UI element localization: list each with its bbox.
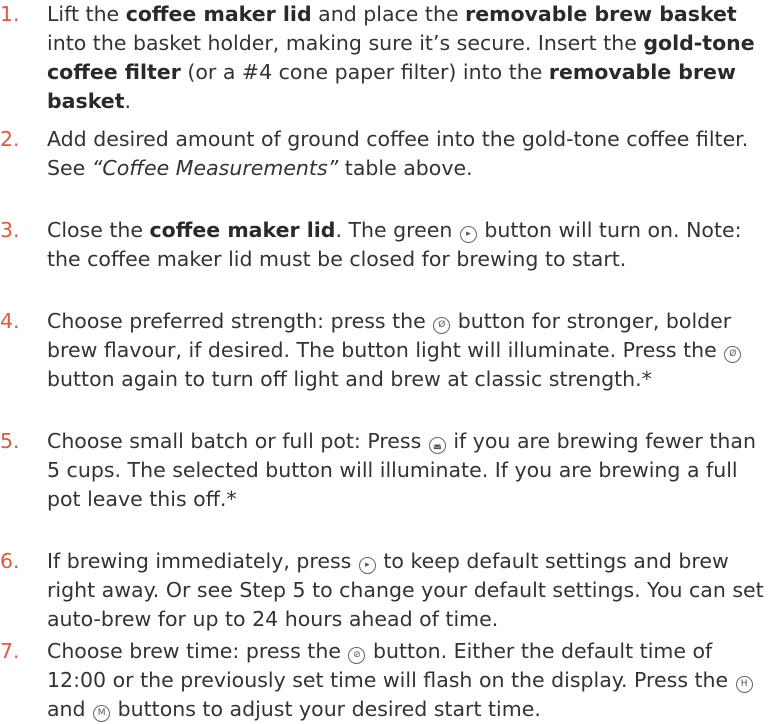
instruction-steps: 1. Lift the coffee maker lid and place th… — [0, 0, 769, 722]
step-text-run: buttons to adjust your desired start tim… — [111, 697, 541, 721]
step-number: 4. — [0, 309, 20, 333]
italic-reference: “Coffee Measurements” — [91, 156, 339, 180]
start-button-icon: ▸ — [459, 226, 477, 243]
step-text-run: table above. — [338, 156, 473, 180]
step-number: 2. — [0, 127, 20, 151]
step-number: 7. — [0, 639, 20, 663]
step-text-run: into the basket holder, making sure it’s… — [47, 31, 644, 55]
step-text-run: and place the — [311, 2, 466, 26]
hour-button-icon: H — [735, 676, 753, 693]
step-text-run: Choose brew time: press the — [47, 639, 348, 663]
step-number: 5. — [0, 429, 20, 453]
bold-term: coffee maker lid — [149, 218, 336, 242]
small-batch-icon: ◛ — [428, 437, 446, 454]
step-text: Choose small batch or full pot: Press ◛ … — [47, 427, 765, 514]
step-text: Add desired amount of ground coffee into… — [47, 125, 765, 183]
step-text: Choose brew time: press the ⊘ button. Ei… — [47, 637, 765, 724]
step-number: 6. — [0, 549, 20, 573]
step-text: Choose preferred strength: press the Ø b… — [47, 307, 765, 394]
bold-term: coffee maker lid — [125, 2, 312, 26]
minute-button-icon: M — [93, 705, 111, 722]
program-brew-icon: ⊘ — [348, 647, 366, 664]
bold-term: removable brew basket — [465, 2, 737, 26]
start-button-icon: ▸ — [358, 557, 376, 574]
step-text-run: . — [124, 89, 132, 113]
step-text-run: button again to turn off light and brew … — [47, 367, 652, 391]
step-text-run: . The green — [335, 218, 459, 242]
step-text-run: If brewing immediately, press — [47, 549, 358, 573]
step-text-run: Lift the — [47, 2, 126, 26]
step-text: Lift the coffee maker lid and place the … — [47, 0, 765, 116]
step-text-run: (or a #4 cone paper filter) into the — [180, 60, 549, 84]
step-text: Close the coffee maker lid. The green ▸ … — [47, 216, 765, 274]
bold-strength-icon: Ø — [433, 317, 451, 334]
step-text-run: Close the — [47, 218, 150, 242]
step-text-run: Choose small batch or full pot: Press — [47, 429, 428, 453]
step-number: 3. — [0, 218, 20, 242]
step-number: 1. — [0, 2, 20, 26]
step-text: If brewing immediately, press ▸ to keep … — [47, 547, 765, 634]
bold-strength-icon: Ø — [724, 346, 742, 363]
step-text-run: and — [47, 697, 93, 721]
step-text-run: Choose preferred strength: press the — [47, 309, 433, 333]
